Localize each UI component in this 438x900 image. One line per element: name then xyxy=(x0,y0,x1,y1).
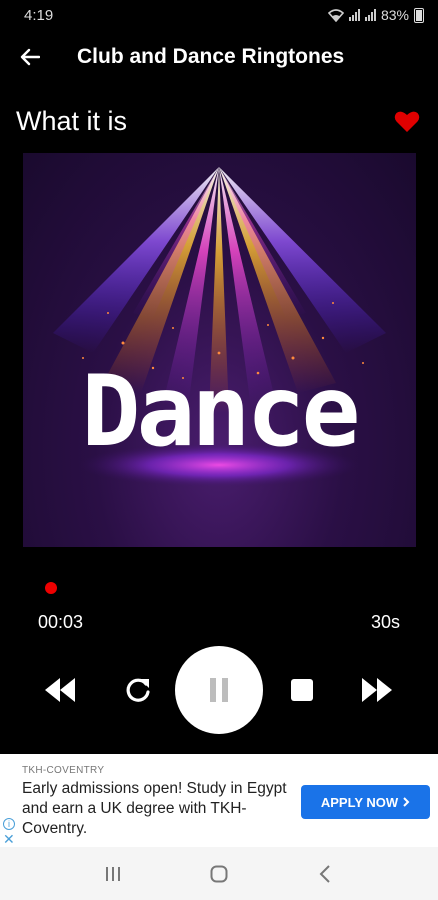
status-bar: 4:19 83% xyxy=(0,0,438,30)
ad-info-icon[interactable]: i xyxy=(3,818,15,830)
nav-back-icon xyxy=(319,864,330,883)
fast-forward-button[interactable] xyxy=(355,670,399,710)
song-header: What it is xyxy=(0,98,438,144)
rewind-icon xyxy=(45,678,75,702)
signal-2-icon xyxy=(364,9,376,21)
ad-banner[interactable]: TKH-COVENTRY Early admissions open! Stud… xyxy=(0,754,438,847)
replay-button[interactable] xyxy=(118,670,158,710)
progress-thumb[interactable] xyxy=(44,582,57,594)
pause-icon xyxy=(210,678,228,702)
album-artwork: Dance xyxy=(23,153,416,547)
status-time: 4:19 xyxy=(24,6,54,24)
player-controls xyxy=(0,646,438,734)
total-duration: 30s xyxy=(370,612,400,632)
nav-back-button[interactable] xyxy=(305,854,345,894)
heart-icon[interactable] xyxy=(392,107,422,135)
chevron-right-icon xyxy=(403,797,410,807)
ad-text[interactable]: Early admissions open! Study in Egypt an… xyxy=(22,779,292,839)
rewind-button[interactable] xyxy=(38,670,82,710)
song-title: What it is xyxy=(16,105,128,136)
battery-icon xyxy=(414,7,424,23)
time-row: 00:03 30s xyxy=(38,612,400,633)
wifi-icon xyxy=(327,8,344,22)
recent-apps-button[interactable] xyxy=(93,854,133,894)
ad-cta-label: APPLY NOW xyxy=(320,794,399,810)
status-indicators: 83% xyxy=(327,7,424,23)
ad-advertiser: TKH-COVENTRY xyxy=(22,765,105,776)
back-arrow-icon[interactable] xyxy=(0,32,60,82)
home-icon xyxy=(210,865,228,882)
signal-1-icon xyxy=(348,9,360,21)
home-button[interactable] xyxy=(199,854,239,894)
progress-bar[interactable] xyxy=(40,577,400,599)
pause-button[interactable] xyxy=(175,646,263,734)
artwork-title: Dance xyxy=(81,355,356,469)
page-title: Club and Dance Ringtones xyxy=(77,45,345,68)
stop-icon xyxy=(291,679,313,701)
ad-cta-button[interactable]: APPLY NOW xyxy=(301,785,430,819)
battery-percent: 83% xyxy=(380,7,409,23)
stop-button[interactable] xyxy=(282,670,322,710)
recent-apps-icon xyxy=(106,866,120,881)
elapsed-time: 00:03 xyxy=(38,612,84,632)
app-bar: Club and Dance Ringtones xyxy=(0,32,438,82)
progress-track[interactable] xyxy=(40,587,400,589)
fast-forward-icon xyxy=(362,678,392,702)
system-nav-bar xyxy=(0,847,438,900)
replay-icon xyxy=(126,678,150,702)
ad-close-icon[interactable]: ✕ xyxy=(3,832,15,846)
